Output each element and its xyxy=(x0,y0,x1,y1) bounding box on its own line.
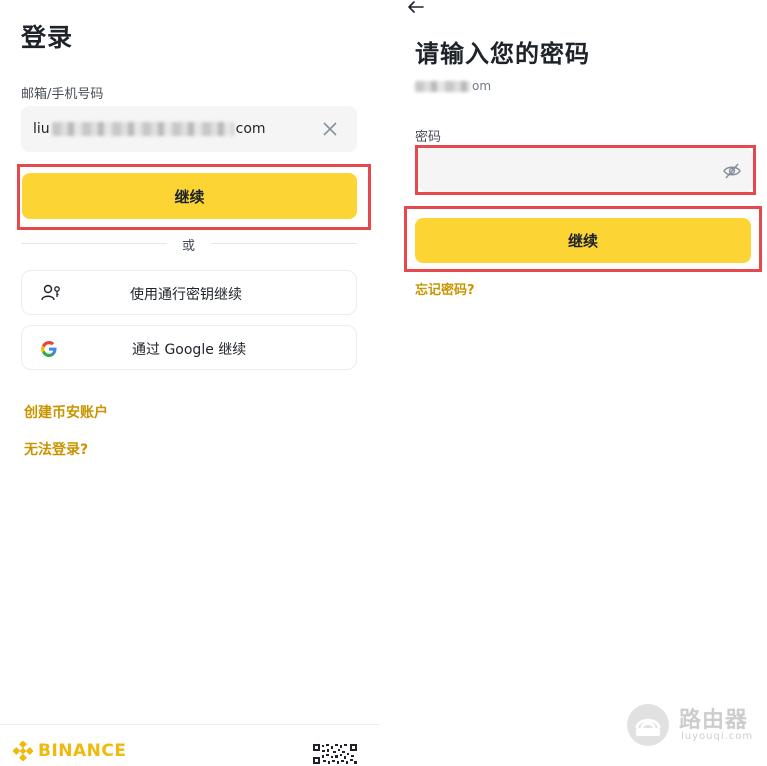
router-logo-icon xyxy=(627,704,669,746)
google-logo-icon xyxy=(41,341,57,357)
create-account-link[interactable]: 创建币安账户 xyxy=(24,402,108,422)
binance-logo-icon xyxy=(13,741,33,761)
footer-divider xyxy=(0,724,380,725)
email-suffix: com xyxy=(235,121,266,137)
masked-email-suffix: om xyxy=(472,79,492,93)
continue-button[interactable]: 继续 xyxy=(22,173,357,219)
email-field[interactable]: liu com xyxy=(21,106,357,152)
password-field[interactable] xyxy=(418,148,753,192)
passkey-person-icon xyxy=(41,284,60,301)
eye-slash-icon[interactable] xyxy=(723,163,741,179)
google-label: 通过 Google 继续 xyxy=(132,342,247,358)
qr-code-icon[interactable] xyxy=(313,744,357,764)
email-redacted xyxy=(51,122,234,136)
login-panel: 登录 邮箱/手机号码 liu com 继续 或 使用通行密钥继续 通过 Goog… xyxy=(0,0,380,766)
passkey-label: 使用通行密钥继续 xyxy=(130,287,242,303)
google-button[interactable]: 通过 Google 继续 xyxy=(21,325,357,370)
close-icon[interactable] xyxy=(323,122,337,136)
passkey-button[interactable]: 使用通行密钥继续 xyxy=(21,270,357,315)
password-panel: 请输入您的密码 om 密码 继续 忘记密码? xyxy=(390,0,767,766)
password-page-title: 请输入您的密码 xyxy=(415,40,590,68)
password-field-label: 密码 xyxy=(415,130,442,145)
forgot-password-link[interactable]: 忘记密码? xyxy=(415,279,475,298)
page-title: 登录 xyxy=(21,23,74,52)
masked-email: om xyxy=(415,79,491,93)
or-label: 或 xyxy=(182,239,196,254)
arrow-left-icon[interactable] xyxy=(407,0,425,14)
watermark: 路由器 luyouqi.com xyxy=(625,700,765,752)
password-continue-button[interactable]: 继续 xyxy=(415,218,751,263)
masked-email-redacted xyxy=(415,80,471,92)
email-prefix: liu xyxy=(33,121,50,137)
divider-left xyxy=(21,243,167,244)
email-value: liu com xyxy=(33,121,266,137)
watermark-name: 路由器 xyxy=(679,708,749,733)
divider-right xyxy=(211,243,357,244)
email-field-label: 邮箱/手机号码 xyxy=(21,87,104,102)
brand-name: BINANCE xyxy=(38,741,127,761)
cant-login-link[interactable]: 无法登录? xyxy=(24,439,88,459)
watermark-url: luyouqi.com xyxy=(681,731,754,742)
